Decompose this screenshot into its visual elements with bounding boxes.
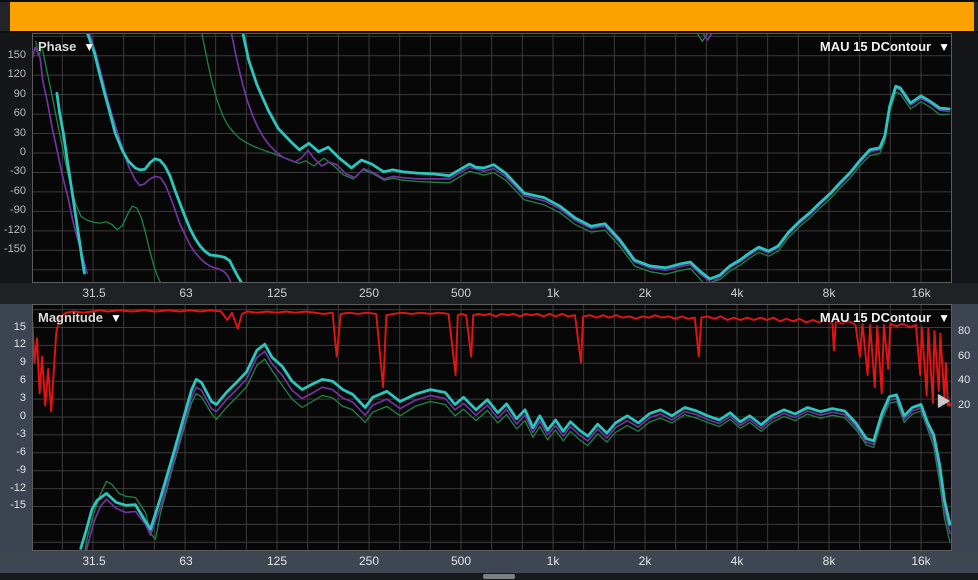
coherence-scale-marker-icon[interactable] <box>938 394 950 408</box>
scrollbar-thumb[interactable] <box>483 574 515 579</box>
chevron-down-icon: ▼ <box>83 40 95 54</box>
horizontal-scrollbar[interactable] <box>0 573 978 580</box>
chevron-down-icon: ▼ <box>938 40 950 54</box>
freq-tick-label: 8k <box>823 554 836 568</box>
freq-tick-label: 16k <box>911 286 930 300</box>
magnitude-plot[interactable] <box>0 304 978 551</box>
chevron-down-icon: ▼ <box>938 311 950 325</box>
coherence-tick-label: 20 <box>958 399 970 411</box>
freq-tick-label: 125 <box>267 554 287 568</box>
phase-plot[interactable] <box>0 33 978 283</box>
magnitude-source-label: MAU 15 DContour <box>820 310 931 325</box>
freq-tick-label: 500 <box>451 286 471 300</box>
phase-pane-title: Phase <box>38 39 76 54</box>
freq-tick-label: 31.5 <box>82 554 105 568</box>
magnitude-tick-label: -3 <box>0 428 26 440</box>
magnitude-tick-label: 12 <box>0 338 26 350</box>
magnitude-tick-label: -9 <box>0 464 26 476</box>
magnitude-tick-label: -12 <box>0 482 26 494</box>
phase-source-dropdown[interactable]: MAU 15 DContour ▼ <box>820 39 950 54</box>
phase-tick-label: 30 <box>0 127 26 139</box>
phase-tick-label: -60 <box>0 185 26 197</box>
freq-tick-label: 4k <box>731 286 744 300</box>
phase-tick-label: -150 <box>0 243 26 255</box>
freq-tick-label: 250 <box>359 286 379 300</box>
phase-tick-label: -120 <box>0 224 26 236</box>
magnitude-type-dropdown[interactable]: Magnitude ▼ <box>38 310 122 325</box>
phase-tick-label: -30 <box>0 165 26 177</box>
coherence-tick-label: 60 <box>958 350 970 362</box>
freq-tick-label: 500 <box>451 554 471 568</box>
phase-tick-label: 120 <box>0 68 26 80</box>
magnitude-pane[interactable]: Magnitude ▼ MAU 15 DContour ▼ 15 12 9 6 3 0 -3… <box>0 304 978 551</box>
phase-tick-label: 150 <box>0 49 26 61</box>
signal-level-banner <box>10 2 974 31</box>
freq-tick-label: 1k <box>547 286 560 300</box>
magnitude-tick-label: 15 <box>0 321 26 333</box>
magnitude-tick-label: 3 <box>0 392 26 404</box>
phase-type-dropdown[interactable]: Phase ▼ <box>38 39 95 54</box>
phase-tick-label: 0 <box>0 146 26 158</box>
freq-tick-label: 63 <box>179 286 192 300</box>
phase-source-label: MAU 15 DContour <box>820 39 931 54</box>
magnitude-pane-title: Magnitude <box>38 310 103 325</box>
signal-level-banner-row <box>0 2 978 31</box>
frequency-axis-middle: 31.5 63 125 250 500 1k 2k 4k 8k 16k <box>0 283 978 304</box>
magnitude-tick-label: -6 <box>0 446 26 458</box>
freq-tick-label: 8k <box>823 286 836 300</box>
freq-tick-label: 31.5 <box>82 286 105 300</box>
magnitude-tick-label: 6 <box>0 374 26 386</box>
coherence-tick-label: 80 <box>958 325 970 337</box>
freq-tick-label: 2k <box>639 286 652 300</box>
phase-tick-label: -90 <box>0 204 26 216</box>
freq-tick-label: 250 <box>359 554 379 568</box>
coherence-tick-label: 40 <box>958 374 970 386</box>
freq-tick-label: 1k <box>547 554 560 568</box>
freq-tick-label: 4k <box>731 554 744 568</box>
chevron-down-icon: ▼ <box>110 311 122 325</box>
freq-tick-label: 125 <box>267 286 287 300</box>
phase-tick-label: 60 <box>0 107 26 119</box>
magnitude-tick-label: -15 <box>0 499 26 511</box>
freq-tick-label: 63 <box>179 554 192 568</box>
magnitude-tick-label: 0 <box>0 410 26 422</box>
magnitude-source-dropdown[interactable]: MAU 15 DContour ▼ <box>820 310 950 325</box>
phase-tick-label: 90 <box>0 88 26 100</box>
freq-tick-label: 16k <box>911 554 930 568</box>
phase-pane[interactable]: Phase ▼ MAU 15 DContour ▼ 150 120 90 60 30 0 -… <box>0 33 978 283</box>
freq-tick-label: 2k <box>639 554 652 568</box>
magnitude-tick-label: 9 <box>0 356 26 368</box>
frequency-axis-bottom: 31.5 63 125 250 500 1k 2k 4k 8k 16k <box>0 551 978 573</box>
